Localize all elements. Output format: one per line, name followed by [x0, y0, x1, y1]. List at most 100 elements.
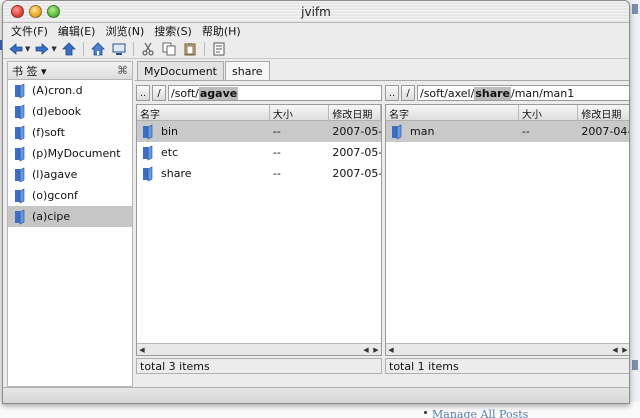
file-row[interactable]: man -- 2007-04-	[386, 121, 630, 142]
toolbar-separator	[82, 41, 84, 56]
folder-icon	[15, 188, 25, 203]
folder-icon	[392, 124, 402, 139]
forward-dropdown-icon[interactable]: ▼	[51, 45, 56, 53]
manage-posts-link[interactable]: Manage All Posts	[432, 408, 528, 418]
file-name-cell: etc	[137, 145, 270, 161]
bookmark-title[interactable]: 书 签 ▾	[12, 63, 47, 79]
column-name[interactable]: 名字	[137, 105, 270, 121]
column-size[interactable]: 大小	[519, 105, 579, 121]
back-dropdown-icon[interactable]: ▼	[25, 45, 30, 53]
file-name-cell: man	[386, 124, 519, 140]
parent-dir-button[interactable]: ..	[385, 85, 399, 101]
file-date: 2007-04-	[581, 125, 630, 138]
cut-button[interactable]	[139, 41, 157, 57]
scroll-left-icon[interactable]: ◀	[361, 344, 371, 355]
back-button[interactable]	[7, 41, 25, 57]
monitor-icon	[112, 43, 126, 55]
scroll-right-icon[interactable]: ▶	[371, 344, 381, 355]
terminal-button[interactable]	[110, 41, 128, 57]
window-bottom-bar	[3, 387, 629, 403]
menu-search[interactable]: 搜索(S)	[154, 23, 192, 39]
bookmark-item[interactable]: (p)MyDocument	[8, 143, 132, 164]
file-size: --	[272, 146, 281, 159]
properties-button[interactable]	[210, 41, 228, 57]
file-list-header: 名字 大小 修改日期	[137, 105, 381, 121]
bookmark-item[interactable]: (f)soft	[8, 122, 132, 143]
file-name: man	[410, 125, 435, 138]
folder-icon	[15, 209, 25, 224]
file-row[interactable]: etc -- 2007-05-	[137, 142, 381, 163]
column-size[interactable]: 大小	[270, 105, 330, 121]
home-icon	[90, 41, 105, 55]
column-name[interactable]: 名字	[386, 105, 519, 121]
bookmark-label: (A)cron.d	[32, 84, 83, 97]
scissors-icon	[142, 42, 154, 55]
menu-edit[interactable]: 编辑(E)	[58, 23, 96, 39]
root-dir-button[interactable]: /	[401, 85, 415, 101]
paste-button[interactable]	[181, 41, 199, 57]
scroll-track[interactable]	[147, 346, 361, 354]
folder-icon	[15, 167, 25, 182]
window-title: jvifm	[301, 5, 331, 19]
path-prefix: /soft/axel/	[420, 86, 475, 100]
root-dir-button[interactable]: /	[152, 85, 166, 101]
file-name: share	[161, 167, 192, 180]
split-view: .. / /soft/agave 名字 大小 修改日期 bin -- 2007-…	[135, 80, 630, 387]
app-window: jvifm 文件(F) 编辑(E) 浏览(N) 搜索(S) 帮助(H) ▼ ▼	[2, 0, 630, 404]
scroll-right-icon[interactable]: ▶	[620, 344, 629, 355]
file-row[interactable]: share -- 2007-05-	[137, 163, 381, 184]
scroll-left-icon[interactable]: ◀	[610, 344, 620, 355]
left-status-bar: total 3 items	[136, 358, 382, 374]
bookmark-label: (o)gconf	[32, 189, 78, 202]
left-path-input[interactable]: /soft/agave	[168, 85, 382, 101]
bookmark-header[interactable]: 书 签 ▾ ⌘	[8, 62, 132, 80]
horizontal-scrollbar[interactable]: ◀ ◀ ▶	[386, 343, 629, 355]
path-suffix: /man/man1	[511, 86, 575, 100]
bookmark-label: (p)MyDocument	[32, 147, 121, 160]
arrow-right-icon	[35, 42, 50, 55]
path-prefix: /soft/	[171, 86, 199, 100]
title-bar: jvifm	[3, 1, 629, 23]
menu-file[interactable]: 文件(F)	[11, 23, 48, 39]
bookmark-item[interactable]: (o)gconf	[8, 185, 132, 206]
close-bookmarks-icon[interactable]: ⌘	[117, 64, 128, 77]
file-size: --	[272, 167, 281, 180]
home-button[interactable]	[89, 41, 107, 57]
bookmark-label: (d)ebook	[32, 105, 82, 118]
folder-icon	[15, 146, 25, 161]
horizontal-scrollbar[interactable]: ◀ ◀ ▶	[137, 343, 381, 355]
right-status-bar: total 1 items	[385, 358, 629, 374]
right-path-input[interactable]: /soft/axel/share/man/man1	[417, 85, 629, 101]
tab-share[interactable]: share	[225, 61, 270, 81]
clipboard-icon	[184, 42, 196, 55]
bookmark-label: (l)agave	[32, 168, 78, 181]
right-path-bar: .. / /soft/axel/share/man/man1	[385, 83, 629, 103]
path-highlight: agave	[198, 86, 239, 100]
forward-button[interactable]	[33, 41, 51, 57]
left-path-bar: .. / /soft/agave	[136, 83, 382, 103]
bookmark-item-selected[interactable]: (a)cipe	[8, 206, 132, 227]
folder-icon	[143, 166, 153, 181]
column-modified[interactable]: 修改日期	[329, 105, 381, 121]
up-button[interactable]	[60, 41, 78, 57]
scroll-left-icon[interactable]: ◀	[386, 344, 396, 355]
tab-mydocument[interactable]: MyDocument	[137, 61, 224, 81]
right-file-panel: .. / /soft/axel/share/man/man1 名字 大小 修改日…	[385, 83, 630, 375]
copy-button[interactable]	[160, 41, 178, 57]
menu-browse[interactable]: 浏览(N)	[105, 23, 144, 39]
bookmark-item[interactable]: (d)ebook	[8, 101, 132, 122]
bookmark-item[interactable]: (l)agave	[8, 164, 132, 185]
bookmark-item[interactable]: (A)cron.d	[8, 80, 132, 101]
file-name-cell: bin	[137, 124, 270, 140]
menu-help[interactable]: 帮助(H)	[202, 23, 241, 39]
scroll-track[interactable]	[396, 346, 610, 354]
scroll-left-icon[interactable]: ◀	[137, 344, 147, 355]
file-row[interactable]: bin -- 2007-05-	[137, 121, 381, 142]
folder-icon	[15, 104, 25, 119]
right-file-list: 名字 大小 修改日期 man -- 2007-04- ◀ ◀ ▶	[385, 104, 630, 356]
column-modified[interactable]: 修改日期	[578, 105, 629, 121]
file-date: 2007-05-	[332, 125, 381, 138]
toolbar-separator	[203, 41, 205, 56]
bookmark-label: (f)soft	[32, 126, 65, 139]
parent-dir-button[interactable]: ..	[136, 85, 150, 101]
